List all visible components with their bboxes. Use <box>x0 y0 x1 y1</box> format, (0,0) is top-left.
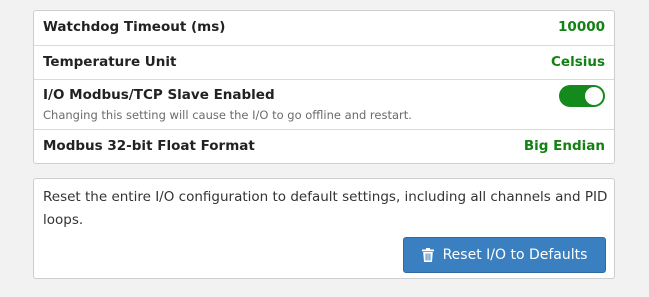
watchdog-timeout-value[interactable]: 10000 <box>558 19 605 35</box>
float-format-row[interactable]: Modbus 32-bit Float Format Big Endian <box>34 129 614 163</box>
page: Watchdog Timeout (ms) 10000 Temperature … <box>0 0 649 297</box>
modbus-slave-toggle[interactable] <box>559 85 605 107</box>
modbus-slave-description: Changing this setting will cause the I/O… <box>43 108 412 122</box>
float-format-value[interactable]: Big Endian <box>524 138 605 154</box>
reset-description: Reset the entire I/O configuration to de… <box>43 189 608 228</box>
watchdog-timeout-row[interactable]: Watchdog Timeout (ms) 10000 <box>34 11 614 45</box>
settings-panel: Watchdog Timeout (ms) 10000 Temperature … <box>33 10 615 164</box>
reset-defaults-label: Reset I/O to Defaults <box>442 247 588 263</box>
watchdog-timeout-label: Watchdog Timeout (ms) <box>43 19 226 35</box>
temperature-unit-label: Temperature Unit <box>43 54 177 70</box>
modbus-slave-label: I/O Modbus/TCP Slave Enabled <box>43 87 275 103</box>
reset-defaults-button[interactable]: Reset I/O to Defaults <box>403 237 606 273</box>
modbus-slave-row: I/O Modbus/TCP Slave Enabled Changing th… <box>34 79 614 129</box>
trash-icon <box>421 248 434 262</box>
reset-panel: Reset the entire I/O configuration to de… <box>33 178 615 279</box>
toggle-knob <box>585 87 603 105</box>
temperature-unit-value[interactable]: Celsius <box>551 54 605 70</box>
float-format-label: Modbus 32-bit Float Format <box>43 138 255 154</box>
temperature-unit-row[interactable]: Temperature Unit Celsius <box>34 45 614 79</box>
